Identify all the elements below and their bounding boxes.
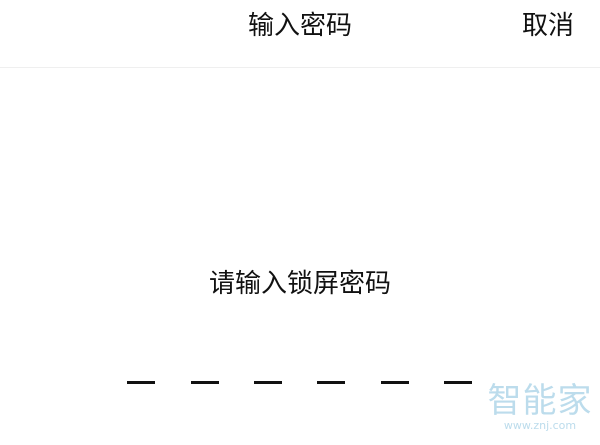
pin-input[interactable] bbox=[127, 378, 473, 388]
page-title: 输入密码 bbox=[247, 11, 352, 41]
top-bar: 输入密码 取消 bbox=[0, 0, 600, 68]
watermark-logo: 智能家 www.znj.com bbox=[484, 381, 596, 445]
password-prompt: 请输入锁屏密码 bbox=[208, 269, 391, 299]
watermark-url: www.znj.com bbox=[503, 419, 577, 432]
pin-slot-2[interactable] bbox=[191, 381, 219, 384]
pin-slot-3[interactable] bbox=[254, 381, 282, 384]
pin-slot-4[interactable] bbox=[317, 381, 345, 384]
pin-slot-1[interactable] bbox=[127, 381, 155, 384]
cancel-button[interactable]: 取消 bbox=[522, 8, 574, 44]
pin-slot-6[interactable] bbox=[444, 381, 472, 384]
watermark-brand: 智能家 bbox=[487, 381, 593, 421]
pin-slot-5[interactable] bbox=[381, 381, 409, 384]
